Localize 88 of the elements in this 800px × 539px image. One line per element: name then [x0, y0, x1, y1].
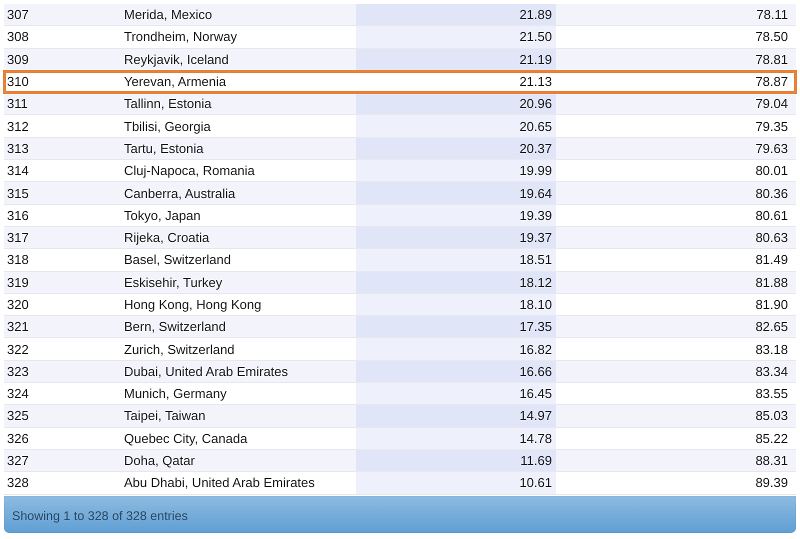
rank-cell-text: 311	[6, 95, 29, 114]
table-cell-text: 80.01	[754, 162, 789, 180]
table-cell-text: 78.81	[754, 50, 789, 69]
table-cell: 20.37	[356, 138, 556, 160]
city-cell-text: Abu Dhabi, United Arab Emirates	[123, 474, 316, 492]
rank-cell-text: 308	[6, 28, 30, 46]
table-cell-text: 78.11	[755, 6, 789, 24]
table-cell: 16.82	[356, 338, 556, 360]
rank-cell-text: 314	[6, 162, 30, 180]
table-cell: 20.96	[356, 93, 556, 114]
rank-cell-text: 312	[6, 118, 30, 136]
rank-cell-text: 318	[6, 251, 30, 270]
rank-cell-text: 326	[6, 430, 30, 448]
city-cell-text: Hong Kong, Hong Kong	[123, 296, 262, 314]
table-cell: 19.37	[356, 226, 556, 248]
city-cell-text: Merida, Mexico	[123, 6, 214, 24]
table-cell: 18.10	[356, 294, 556, 316]
table-cell-text: 81.88	[754, 274, 789, 292]
city-cell-text: Quebec City, Canada	[123, 430, 248, 448]
table-cell-text: 80.36	[754, 184, 789, 203]
city-cell-text: Yerevan, Armenia	[123, 73, 228, 92]
table-cell-text: 78.87	[754, 73, 789, 92]
city-cell-text: Tallinn, Estonia	[123, 95, 212, 114]
table-cell-text: 81.49	[754, 251, 789, 270]
rank-cell-text: 320	[6, 296, 30, 314]
city-cell-text: Zurich, Switzerland	[123, 340, 236, 359]
table-cell-text: 81.90	[754, 296, 789, 314]
table-cell-text: 85.22	[754, 430, 789, 448]
city-cell-text: Rijeka, Croatia	[123, 229, 210, 248]
rank-cell-text: 317	[6, 229, 30, 248]
entries-info: Showing 1 to 328 of 328 entries	[12, 509, 188, 524]
rank-cell-text: 319	[6, 274, 30, 292]
table-cell-text: 83.55	[754, 385, 789, 404]
table-cell: 18.12	[356, 272, 556, 293]
table-cell: 21.19	[356, 48, 556, 70]
table-cell-text: 79.04	[754, 95, 789, 114]
table-cell-text: 82.65	[754, 318, 789, 336]
table-cell: 11.69	[356, 450, 556, 472]
rank-cell-text: 324	[6, 385, 30, 404]
city-cell-text: Cluj-Napoca, Romania	[123, 162, 256, 180]
city-cell-text: Tokyo, Japan	[123, 206, 202, 225]
table-cell-text: 80.63	[754, 229, 789, 248]
table-cell-text: 78.50	[754, 28, 789, 46]
rank-cell-text: 327	[6, 452, 30, 470]
city-cell-text: Bern, Switzerland	[123, 318, 227, 336]
city-cell-text: Tbilisi, Georgia	[123, 118, 212, 136]
rank-cell-text: 307	[6, 6, 30, 24]
city-cell-text: Doha, Qatar	[123, 452, 196, 470]
rank-cell-text: 322	[6, 340, 30, 359]
table-cell: 17.35	[356, 316, 556, 338]
table-cell: 21.89	[356, 4, 556, 26]
table-cell: 18.51	[356, 249, 556, 271]
table-cell: 16.66	[356, 360, 556, 382]
table-cell: 21.50	[356, 26, 556, 48]
rank-cell-text: 325	[6, 407, 30, 426]
city-cell-text: Munich, Germany	[123, 385, 228, 404]
table-cell: 14.78	[356, 428, 556, 449]
table-cell-text: 79.35	[754, 118, 789, 136]
table-cell: 10.61	[356, 472, 556, 494]
rank-cell-text: 309	[6, 50, 30, 69]
city-cell-text: Reykjavik, Iceland	[123, 50, 230, 69]
city-cell-text: Tartu, Estonia	[123, 140, 204, 158]
city-cell-text: Dubai, United Arab Emirates	[123, 362, 290, 381]
table-cell-text: 85.03	[754, 407, 789, 426]
city-cell-text: Canberra, Australia	[123, 184, 236, 203]
table-cell-text: 83.18	[754, 340, 789, 359]
table-cell-text: 79.63	[754, 140, 789, 158]
city-cell-text: Eskisehir, Turkey	[123, 274, 224, 292]
table-cell: 19.39	[356, 204, 556, 226]
table-cell-text: 89.39	[754, 474, 789, 492]
rank-cell-text: 316	[6, 206, 30, 225]
table-cell: 14.97	[356, 405, 556, 427]
city-cell-text: Basel, Switzerland	[123, 251, 232, 270]
table-cell: 16.45	[356, 383, 556, 404]
rank-cell-text: 328	[6, 474, 30, 492]
table-cell: 19.64	[356, 182, 556, 204]
rank-cell-text: 313	[6, 140, 30, 158]
table-cell: 20.65	[356, 115, 556, 137]
table-cell-text: 83.34	[754, 362, 789, 381]
rank-cell-text: 315	[6, 184, 30, 203]
table-cell-text: 80.61	[754, 206, 789, 225]
city-cell-text: Taipei, Taiwan	[123, 407, 206, 426]
city-cell-text: Trondheim, Norway	[123, 28, 238, 46]
table-cell-text: 88.31	[754, 452, 789, 470]
rank-cell-text: 310	[6, 73, 30, 92]
rank-cell-text: 321	[6, 318, 30, 336]
rank-cell-text: 323	[6, 362, 30, 381]
table-cell: 19.99	[356, 160, 556, 182]
